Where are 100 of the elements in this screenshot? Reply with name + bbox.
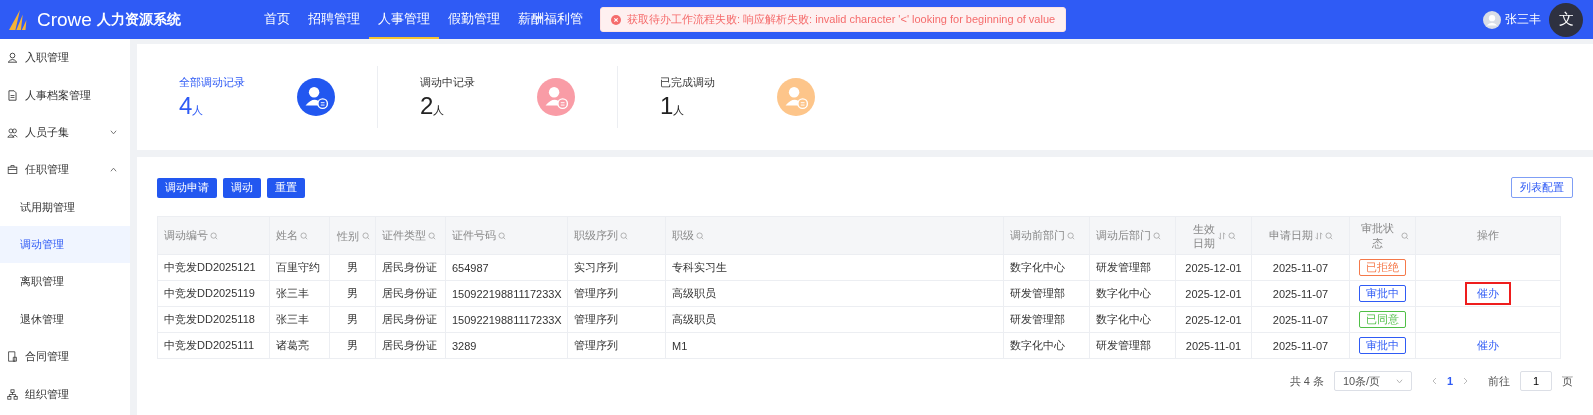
column-header: 申请日期 [1251, 216, 1350, 255]
column-header: 操作 [1415, 216, 1561, 255]
group-icon [7, 126, 18, 138]
status-tag: 审批中 [1359, 337, 1406, 354]
table-cell: 2025-12-01 [1175, 280, 1252, 307]
column-header: 审批状态 [1349, 216, 1416, 255]
column-header: 职级序列 [567, 216, 666, 255]
table-cell: 管理序列 [567, 332, 666, 359]
status-tag: 已同意 [1359, 311, 1406, 328]
stat-label[interactable]: 全部调动记录 [179, 74, 245, 90]
table-cell: 数字化中心 [1089, 306, 1176, 333]
table-cell: 数字化中心 [1089, 280, 1176, 307]
avatar-icon[interactable] [1483, 10, 1501, 29]
sidebar-item[interactable]: 人员子集 [0, 113, 130, 152]
sidebar-item[interactable]: 任职管理 [0, 151, 130, 189]
brand-name: Crowe [37, 8, 92, 31]
sidebar-item[interactable]: 人事档案管理 [0, 76, 130, 114]
chevron-down-icon[interactable] [110, 129, 117, 135]
nav-tab[interactable]: 首页 [255, 0, 299, 39]
table-cell: 男 [329, 254, 376, 281]
column-header: 姓名 [269, 216, 330, 255]
search-icon[interactable] [498, 231, 506, 240]
table-cell: 实习序列 [567, 254, 666, 281]
table-cell: M1 [665, 332, 1004, 359]
search-icon[interactable] [620, 231, 628, 240]
page-number[interactable]: 1 [1446, 375, 1453, 387]
primary-button[interactable]: 调动申请 [157, 177, 217, 198]
search-icon[interactable] [1227, 231, 1236, 240]
column-header: 证件类型 [375, 216, 446, 255]
stat-unit: 人 [192, 103, 204, 118]
page-suffix: 页 [1562, 373, 1573, 389]
nav-tab[interactable]: 招聘管理 [299, 0, 369, 39]
status-tag: 审批中 [1359, 285, 1406, 302]
toast-message: 获取待办工作流程失败: 响应解析失败: invalid character '<' looking for beginning of value [627, 12, 1056, 27]
table-cell: 高级职员 [665, 280, 1004, 307]
stat-label[interactable]: 调动中记录 [420, 74, 475, 90]
table-cell: 研发管理部 [1089, 332, 1176, 359]
table-cell: 2025-11-07 [1251, 254, 1350, 281]
column-header: 性别 [329, 216, 376, 255]
sidebar-item[interactable]: 合同管理 [0, 338, 130, 376]
search-icon[interactable] [696, 231, 704, 240]
page-size-select[interactable]: 10条/页 [1333, 371, 1412, 391]
sidebar-subitem[interactable]: 离职管理 [0, 263, 130, 301]
table-cell: 诸葛亮 [269, 332, 330, 359]
chevron-up-icon[interactable] [110, 167, 117, 173]
table-cell: 专科实习生 [665, 254, 1004, 281]
stat-label[interactable]: 已完成调动 [660, 74, 715, 90]
urge-link[interactable]: 催办 [1465, 282, 1511, 305]
sidebar-subitem[interactable]: 退休管理 [0, 300, 130, 339]
page-input[interactable]: 1 [1520, 371, 1552, 391]
nav-tab[interactable]: 假勤管理 [439, 0, 509, 39]
table-cell: 研发管理部 [1089, 254, 1176, 281]
column-header: 证件号码 [445, 216, 568, 255]
sort-icon[interactable] [1217, 231, 1226, 240]
column-header: 调动编号 [157, 216, 270, 255]
search-icon[interactable] [210, 231, 218, 240]
search-icon[interactable] [300, 231, 308, 240]
table-cell: 研发管理部 [1003, 280, 1090, 307]
system-name: 人力资源系统 [96, 10, 181, 29]
primary-button[interactable]: 调动 [223, 177, 261, 198]
column-header: 调动前部门 [1003, 216, 1090, 255]
search-icon[interactable] [362, 231, 370, 240]
search-icon[interactable] [1401, 231, 1409, 240]
prev-page-icon[interactable] [1431, 377, 1437, 385]
table-cell: 研发管理部 [1003, 306, 1090, 333]
sidebar-subitem[interactable]: 试用期管理 [0, 188, 130, 226]
error-icon [611, 14, 621, 25]
table-cell: 男 [329, 332, 376, 359]
sidebar-item[interactable]: 组织管理 [0, 375, 130, 413]
sidebar-subitem[interactable]: 调动管理 [0, 225, 130, 264]
search-icon[interactable] [428, 231, 436, 240]
status-tag: 已拒绝 [1359, 259, 1406, 276]
next-page-icon[interactable] [1463, 377, 1468, 385]
briefcase-icon [7, 164, 18, 176]
primary-button[interactable]: 重置 [267, 177, 305, 198]
table-cell: 居民身份证 [375, 280, 446, 307]
user-name[interactable]: 张三丰 [1505, 11, 1541, 28]
table-cell: 居民身份证 [375, 254, 446, 281]
table-cell: 中竞发DD2025111 [157, 332, 270, 359]
table-cell: 数字化中心 [1003, 254, 1090, 281]
table-cell: 15092219881117233X [445, 280, 568, 307]
table-cell: 男 [329, 280, 376, 307]
document-icon [7, 89, 18, 101]
table-cell: 管理序列 [567, 306, 666, 333]
table-cell: 数字化中心 [1003, 332, 1090, 359]
search-icon[interactable] [1153, 231, 1161, 240]
table-cell: 男 [329, 306, 376, 333]
table-cell: 居民身份证 [375, 306, 446, 333]
search-icon[interactable] [1067, 231, 1075, 240]
nav-tab[interactable]: 薪酬福利管 [509, 0, 592, 39]
search-icon[interactable] [1324, 231, 1333, 240]
table-cell: 张三丰 [269, 280, 330, 307]
stat-unit: 人 [673, 103, 685, 118]
stat-value: 2 [420, 91, 434, 120]
translate-button[interactable]: 文 [1549, 2, 1583, 37]
nav-tab[interactable]: 人事管理 [369, 0, 439, 39]
sidebar-item[interactable]: 入职管理 [0, 39, 130, 77]
list-config-button[interactable]: 列表配置 [1511, 177, 1573, 198]
sort-icon[interactable] [1314, 231, 1323, 240]
table-cell: 中竞发DD2025118 [157, 306, 270, 333]
